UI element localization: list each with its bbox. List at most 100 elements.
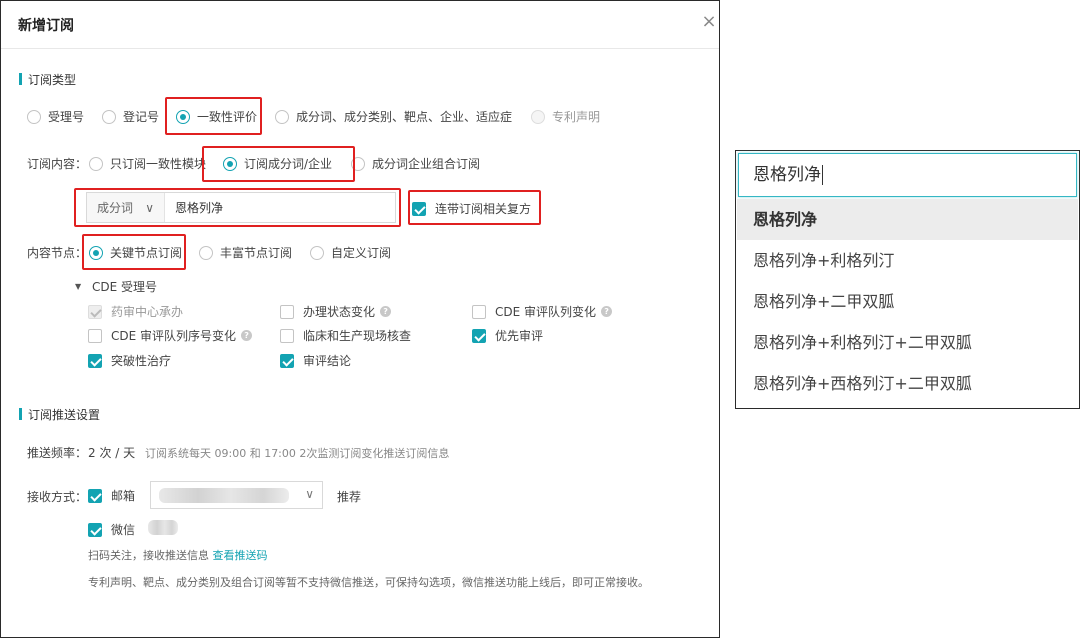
radio-label: 丰富节点订阅 [220, 246, 293, 260]
section-marker [19, 73, 22, 85]
view-push-code-link[interactable]: 查看推送码 [213, 549, 268, 562]
ingredient-search-combo: 成分词 ∨ [86, 192, 396, 223]
radio-circle[interactable] [310, 245, 324, 260]
select-value: 成分词 [97, 201, 134, 215]
close-icon[interactable]: × [699, 12, 719, 32]
suggestion-item[interactable]: 恩格列净+二甲双胍 [737, 281, 1078, 322]
suggestion-item[interactable]: 恩格列净+西格列汀+二甲双胍 [737, 363, 1078, 404]
checkbox-site-inspection[interactable]: 临床和生产现场核查 [280, 327, 411, 344]
help-icon[interactable]: ? [380, 306, 392, 317]
suggestion-item[interactable]: 恩格列净+利格列汀+二甲双胍 [737, 322, 1078, 363]
radio-circle-disabled [531, 109, 545, 124]
radio-label: 订阅成分词/企业 [244, 157, 333, 171]
checkbox-label: CDE 审评队列序号变化 [111, 329, 237, 343]
checkbox-review-conclusion[interactable]: 审评结论 [280, 352, 351, 369]
checkbox-box-checked[interactable] [88, 488, 102, 503]
checkbox-priority-review[interactable]: 优先审评 [472, 327, 543, 344]
radio-label: 成分词企业组合订阅 [372, 157, 481, 171]
nodes-label: 内容节点： [27, 246, 88, 260]
checkbox-label: 微信 [111, 523, 136, 537]
cde-group-label: CDE 受理号 [92, 280, 158, 294]
radio-ingredient-company[interactable]: 订阅成分词/企业 [223, 155, 332, 172]
autocomplete-panel: 恩格列净 恩格列净 恩格列净+利格列汀 恩格列净+二甲双胍 恩格列净+利格列汀+… [735, 150, 1080, 409]
suggestion-list: 恩格列净 恩格列净+利格列汀 恩格列净+二甲双胍 恩格列净+利格列汀+二甲双胍 … [737, 199, 1078, 404]
help-icon[interactable]: ? [601, 306, 613, 317]
recommend-label: 推荐 [337, 490, 362, 504]
checkbox-label: 连带订阅相关复方 [435, 202, 532, 216]
radio-consistency-only[interactable]: 只订阅一致性模块 [89, 155, 206, 172]
radio-combined-subscription[interactable]: 成分词企业组合订阅 [351, 155, 480, 172]
checkbox-box[interactable] [280, 304, 294, 319]
radio-label: 受理号 [48, 110, 85, 124]
radio-rich-nodes[interactable]: 丰富节点订阅 [199, 244, 292, 261]
checkbox-email[interactable]: 邮箱 [88, 487, 135, 504]
ingredient-input[interactable] [165, 193, 395, 222]
email-select[interactable]: ∨ [150, 481, 323, 509]
checkbox-label: 突破性治疗 [111, 354, 172, 368]
wechat-footnote: 专利声明、靶点、成分类别及组合订阅等暂不支持微信推送，可保持勾选项，微信推送功能… [88, 576, 649, 589]
radio-accept-number[interactable]: 受理号 [27, 108, 84, 125]
radio-circle-selected[interactable] [89, 245, 103, 260]
checkbox-queue-number-change[interactable]: CDE 审评队列序号变化 ? [88, 327, 253, 344]
checkbox-label: CDE 审评队列变化 [495, 305, 597, 319]
checkbox-box-checked[interactable] [472, 328, 486, 343]
autocomplete-query: 恩格列净 [753, 165, 821, 185]
checkbox-box[interactable] [88, 328, 102, 343]
checkbox-wechat[interactable]: 微信 [88, 521, 135, 538]
checkbox-review-queue-change[interactable]: CDE 审评队列变化 ? [472, 303, 613, 320]
checkbox-box-checked[interactable] [88, 353, 102, 368]
checkbox-box[interactable] [280, 328, 294, 343]
checkbox-box-checked[interactable] [412, 201, 426, 216]
push-frequency-value: 2 次 / 天 [88, 446, 136, 460]
subscription-dialog: 新增订阅 × 订阅类型 受理号 登记号 一致性评价 成分词、成分类别、靶点、企业… [0, 0, 720, 638]
dialog-title: 新增订阅 [18, 18, 74, 34]
push-frequency-label: 推送频率： [27, 446, 88, 460]
radio-circle[interactable] [89, 156, 103, 171]
checkbox-label: 优先审评 [495, 329, 544, 343]
section-title: 订阅类型 [28, 72, 77, 87]
radio-circle-selected[interactable] [176, 109, 190, 124]
receive-method-label: 接收方式： [27, 490, 88, 504]
radio-circle-selected[interactable] [223, 156, 237, 171]
radio-label: 成分词、成分类别、靶点、企业、适应症 [296, 110, 513, 124]
radio-circle[interactable] [102, 109, 116, 124]
scan-text: 扫码关注，接收推送信息 [88, 549, 209, 562]
search-type-select[interactable]: 成分词 ∨ [87, 193, 165, 222]
radio-label: 一致性评价 [197, 110, 258, 124]
section-subscription-type: 订阅类型 [19, 71, 76, 87]
checkbox-label: 药审中心承办 [111, 305, 184, 319]
radio-patent-statement: 专利声明 [531, 108, 600, 125]
radio-label: 登记号 [123, 110, 160, 124]
dialog-header: 新增订阅 × [1, 1, 719, 49]
push-frequency-note: 订阅系统每天 09:00 和 17:00 2次监测订阅变化推送订阅信息 [145, 447, 450, 460]
checkbox-label: 办理状态变化 [303, 305, 376, 319]
blurred-wechat-account [148, 520, 178, 535]
suggestion-item[interactable]: 恩格列净 [737, 199, 1078, 240]
checkbox-box[interactable] [472, 304, 486, 319]
blurred-email [159, 488, 289, 503]
radio-key-nodes[interactable]: 关键节点订阅 [89, 244, 182, 261]
radio-circle[interactable] [351, 156, 365, 171]
radio-register-number[interactable]: 登记号 [102, 108, 159, 125]
help-icon[interactable]: ? [241, 330, 253, 341]
checkbox-box-checked[interactable] [280, 353, 294, 368]
checkbox-cde-accepted: 药审中心承办 [88, 303, 183, 320]
autocomplete-input[interactable]: 恩格列净 [738, 153, 1077, 197]
chevron-down-icon: ∨ [305, 487, 314, 501]
radio-circle[interactable] [27, 109, 41, 124]
checkbox-status-change[interactable]: 办理状态变化 ? [280, 303, 392, 320]
radio-circle[interactable] [199, 245, 213, 260]
checkbox-related-compound[interactable]: 连带订阅相关复方 [412, 200, 531, 217]
checkbox-box-checked[interactable] [88, 522, 102, 537]
chevron-down-icon: ∨ [145, 200, 154, 215]
checkbox-label: 审评结论 [303, 354, 352, 368]
radio-ingredient-target-company[interactable]: 成分词、成分类别、靶点、企业、适应症 [275, 108, 512, 125]
radio-custom-nodes[interactable]: 自定义订阅 [310, 244, 391, 261]
section-push-settings: 订阅推送设置 [19, 406, 100, 422]
suggestion-item[interactable]: 恩格列净+利格列汀 [737, 240, 1078, 281]
section-marker [19, 408, 22, 420]
radio-consistency-evaluation[interactable]: 一致性评价 [176, 108, 257, 125]
caret-down-icon[interactable]: ▼ [75, 282, 81, 291]
radio-circle[interactable] [275, 109, 289, 124]
checkbox-breakthrough-therapy[interactable]: 突破性治疗 [88, 352, 171, 369]
